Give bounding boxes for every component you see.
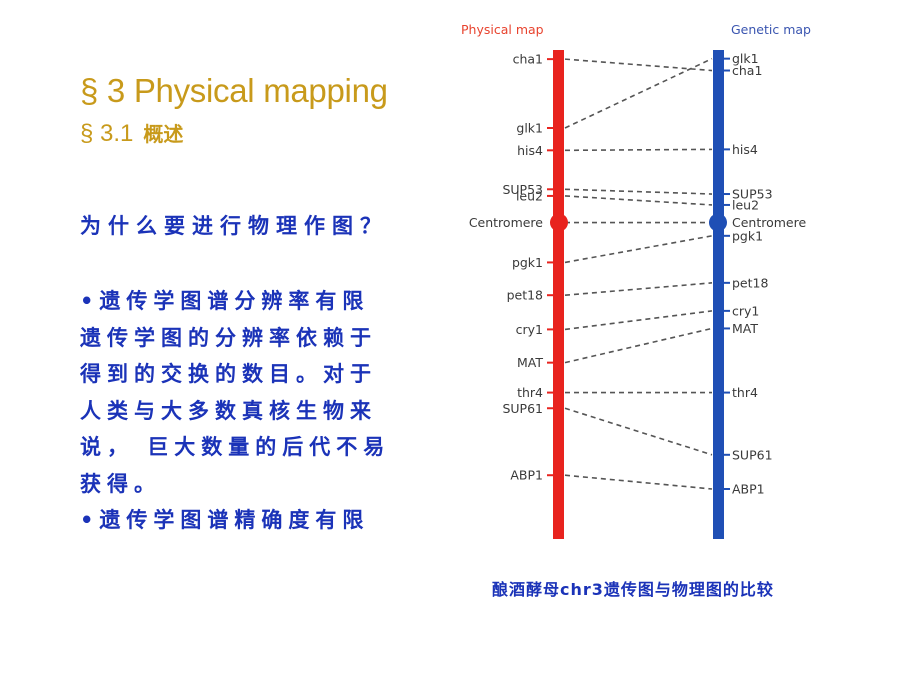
physical-label-pet18: pet18 [507, 288, 543, 303]
connector-SUP53 [564, 188, 713, 195]
genetic-label-leu2: leu2 [732, 197, 759, 212]
physical-label-pgk1: pgk1 [512, 255, 543, 270]
genetic-label-cry1: cry1 [732, 303, 759, 318]
genetic-label-glk1: glk1 [732, 51, 759, 66]
connector-glk1 [564, 57, 713, 129]
physical-label-SUP61: SUP61 [502, 401, 543, 416]
genetic-centromere [709, 213, 727, 232]
genetic-label-pet18: pet18 [732, 275, 768, 290]
connector-pet18 [564, 282, 713, 296]
genetic-label-thr4: thr4 [732, 385, 758, 400]
connector-SUP61 [564, 407, 713, 456]
physical-label-cry1: cry1 [516, 322, 543, 337]
connector-leu2 [564, 195, 713, 206]
physical-label-Centromere: Centromere [469, 215, 543, 230]
physical-map-heading: Physical map [461, 22, 544, 37]
physical-centromere [550, 213, 568, 232]
genetic-chromosome-bar [713, 50, 724, 539]
connector-his4 [564, 148, 713, 152]
genetic-label-ABP1: ABP1 [732, 482, 765, 497]
genetic-label-his4: his4 [732, 142, 758, 157]
physical-label-ABP1: ABP1 [510, 468, 543, 483]
physical-label-leu2: leu2 [516, 188, 543, 203]
physical-label-glk1: glk1 [516, 121, 543, 136]
genetic-map-heading: Genetic map [731, 22, 811, 37]
physical-label-thr4: thr4 [517, 385, 543, 400]
genetic-label-MAT: MAT [732, 321, 758, 336]
connector-pgk1 [564, 235, 713, 264]
genetic-label-SUP61: SUP61 [732, 447, 773, 462]
physical-label-MAT: MAT [517, 355, 543, 370]
physical-label-his4: his4 [517, 143, 543, 158]
locus-marks: cha1cha1glk1glk1his4 his4SUP53 SUP53leu2le… [469, 51, 807, 496]
physical-chromosome-bar [553, 50, 564, 539]
chromosome-map-diagram: Physical map Genetic map cha1cha1glk1glk… [461, 22, 811, 539]
genetic-label-pgk1: pgk1 [732, 228, 763, 243]
connector-ABP1 [564, 474, 713, 490]
physical-label-cha1: cha1 [513, 52, 543, 67]
connector-lines [564, 57, 713, 490]
connector-MAT [564, 327, 713, 364]
connector-cry1 [564, 310, 713, 331]
figure-caption: 酿酒酵母chr3遗传图与物理图的比较 [492, 580, 774, 599]
